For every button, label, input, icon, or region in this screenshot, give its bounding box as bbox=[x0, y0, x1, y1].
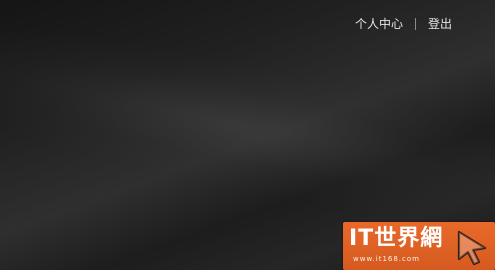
background-light-streak bbox=[0, 4, 495, 256]
logout-link[interactable]: 登出 bbox=[428, 16, 452, 32]
profile-link[interactable]: 个人中心 bbox=[355, 16, 403, 32]
cursor-arrow-icon bbox=[457, 230, 487, 266]
login-landing-page: 个人中心 登出 IT世界網 www.it168.com bbox=[0, 0, 495, 270]
top-nav: 个人中心 登出 bbox=[355, 16, 452, 32]
site-watermark: IT世界網 www.it168.com bbox=[343, 222, 495, 270]
watermark-title: IT世界網 bbox=[349, 226, 444, 251]
watermark-subtitle: www.it168.com bbox=[353, 255, 420, 263]
nav-divider bbox=[414, 18, 416, 30]
